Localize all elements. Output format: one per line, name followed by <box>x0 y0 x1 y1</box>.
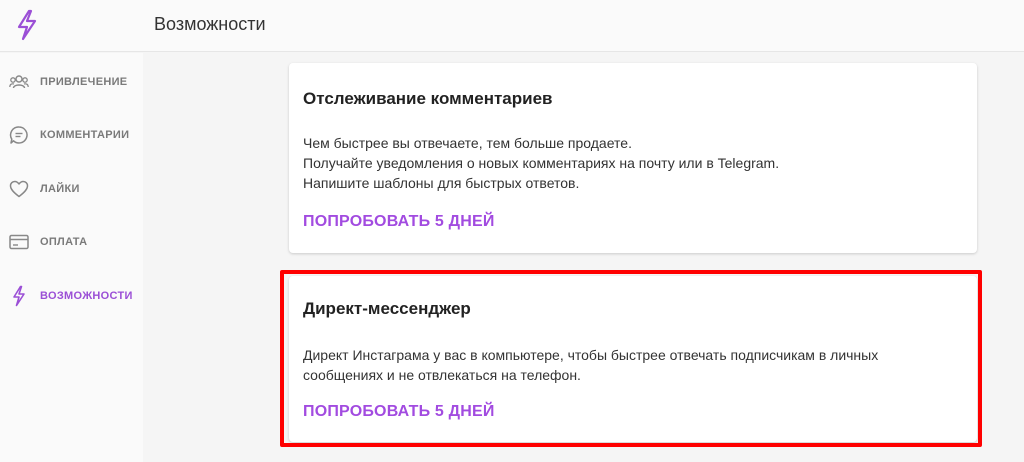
highlight-frame <box>280 270 982 447</box>
heart-icon <box>8 178 30 200</box>
sidebar-item-label: ВОЗМОЖНОСТИ <box>40 290 133 302</box>
card-title: Отслеживание комментариев <box>303 89 553 108</box>
sidebar-item-label: КОММЕНТАРИИ <box>40 129 130 141</box>
sidebar-item-label: ЛАЙКИ <box>40 183 80 195</box>
card-description-line: Напишите шаблоны для быстрых ответов. <box>303 175 580 191</box>
card-icon <box>8 231 30 253</box>
sidebar-item-features[interactable]: ВОЗМОЖНОСТИ <box>0 276 143 316</box>
card-description-line: Получайте уведомления о новых комментари… <box>303 155 780 171</box>
sidebar-item-attraction[interactable]: ПРИВЛЕЧЕНИЕ <box>0 62 143 102</box>
card-description-line: Чем быстрее вы отвечаете, тем больше про… <box>303 135 632 151</box>
lightning-icon <box>8 285 30 307</box>
sidebar-item-label: ПРИВЛЕЧЕНИЕ <box>40 76 128 88</box>
sidebar-item-likes[interactable]: ЛАЙКИ <box>0 169 143 209</box>
comment-icon <box>8 124 30 146</box>
lightning-icon[interactable] <box>14 8 40 42</box>
page-title: Возможности <box>154 14 266 34</box>
sidebar-item-comments[interactable]: КОММЕНТАРИИ <box>0 115 143 155</box>
top-bar: Возможности <box>0 0 1024 52</box>
sidebar: ПРИВЛЕЧЕНИЕ КОММЕНТАРИИ ЛАЙКИ ОПЛАТА ВОЗ… <box>0 53 143 462</box>
feature-card-comments-tracking: Отслеживание комментариев Чем быстрее вы… <box>289 63 977 253</box>
try-5-days-button[interactable]: ПОПРОБОВАТЬ 5 ДНЕЙ <box>303 213 495 231</box>
sidebar-item-label: ОПЛАТА <box>40 236 88 248</box>
sidebar-item-payment[interactable]: ОПЛАТА <box>0 222 143 262</box>
users-icon <box>8 71 30 93</box>
